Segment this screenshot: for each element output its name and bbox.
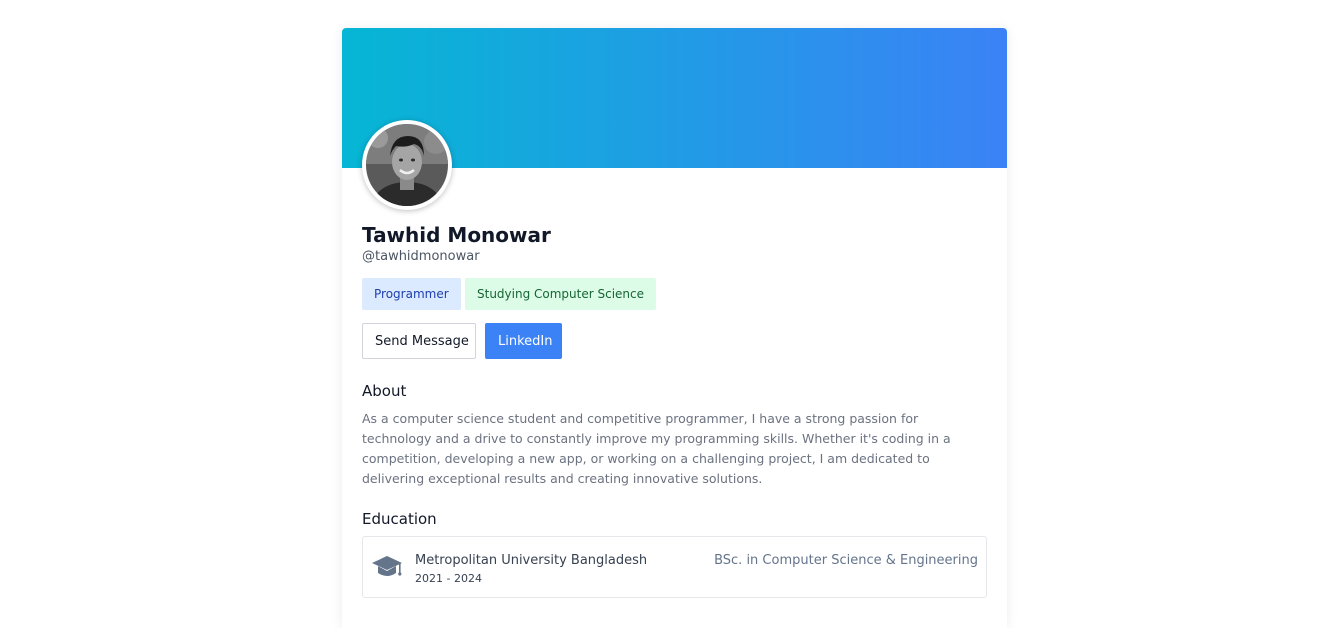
profile-handle: @tawhidmonowar	[362, 249, 480, 264]
profile-card: Tawhid Monowar @tawhidmonowar Programmer…	[342, 28, 1007, 628]
graduation-cap-icon	[371, 554, 403, 584]
avatar	[362, 120, 452, 210]
linkedin-button[interactable]: LinkedIn	[485, 323, 562, 359]
education-years: 2021 - 2024	[415, 572, 482, 585]
send-message-button[interactable]: Send Message	[362, 323, 476, 359]
badge-studying: Studying Computer Science	[465, 278, 657, 310]
education-item: Metropolitan University Bangladesh 2021 …	[362, 536, 987, 598]
profile-name: Tawhid Monowar	[362, 223, 551, 247]
education-degree: BSc. in Computer Science & Engineering	[714, 553, 978, 568]
about-heading: About	[362, 382, 407, 400]
education-institution: Metropolitan University Bangladesh	[415, 553, 648, 568]
avatar-photo	[366, 124, 448, 206]
education-heading: Education	[362, 510, 437, 528]
badge-programmer: Programmer	[362, 278, 461, 310]
about-text: As a computer science student and compet…	[362, 411, 951, 486]
